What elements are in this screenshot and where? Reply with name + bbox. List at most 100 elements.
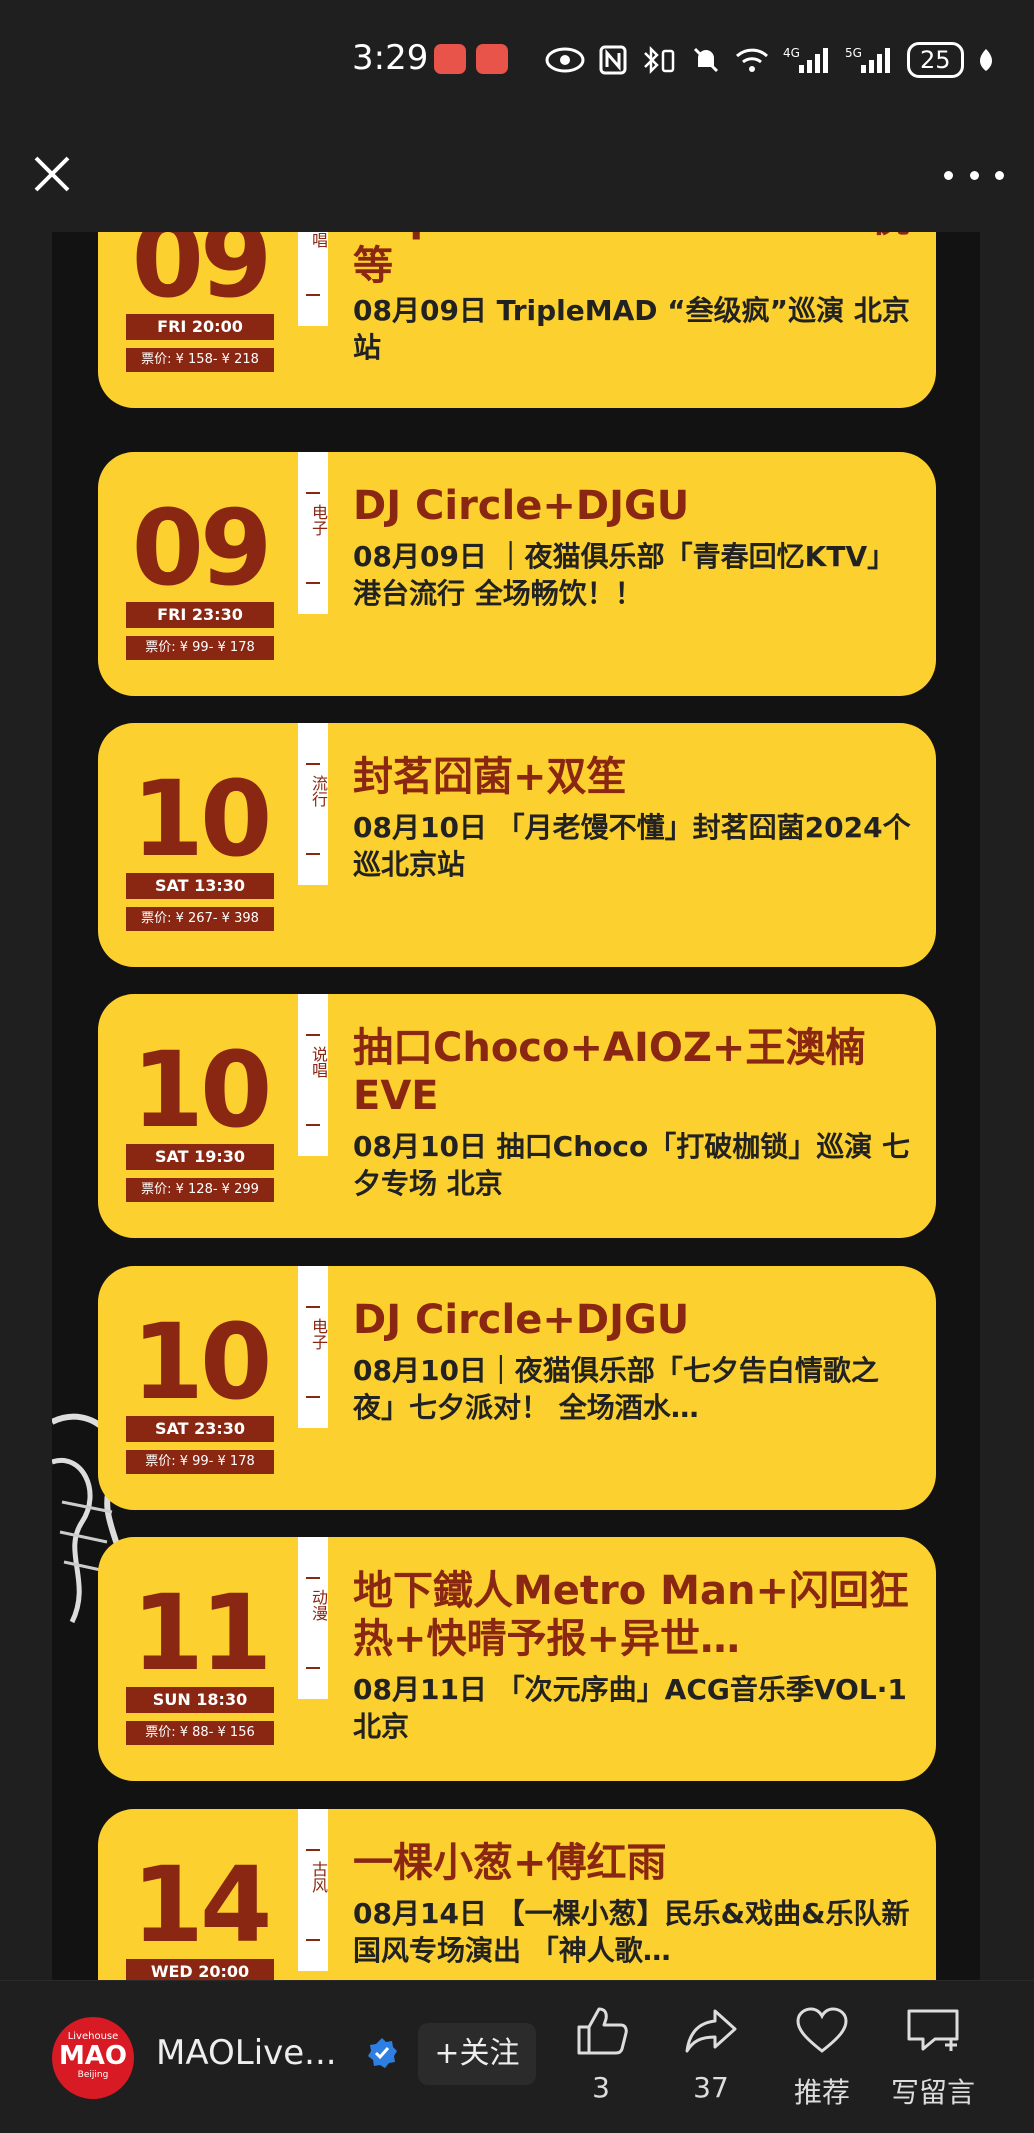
top-app-bar (0, 120, 1034, 233)
event-genre-tag: 电子 (298, 1266, 328, 1428)
event-day: 10 (131, 1301, 273, 1423)
comment-label: 写留言 (890, 2076, 975, 2109)
svg-text:4G: 4G (783, 46, 800, 60)
event-day: 09 (131, 487, 273, 609)
event-card[interactable]: 09 FRI 20:00 票价: ¥ 158- ¥ 218 说唱 TripleM… (98, 232, 936, 408)
event-card[interactable]: 11 SUN 18:30 票价: ¥ 88- ¥ 156 动漫 地下鐵人Metr… (98, 1537, 936, 1781)
event-date: 14 WED 20:00 (126, 1809, 274, 1980)
verified-badge-icon (368, 2038, 397, 2068)
genre-label: 动漫 (309, 1589, 328, 1621)
event-card[interactable]: 10 SAT 13:30 票价: ¥ 267- ¥ 398 流行 封茗囧菌+双笙… (98, 723, 936, 967)
status-bar: 3:29 4G 5G 25 (0, 0, 1034, 120)
genre-label: 电子 (309, 1318, 328, 1350)
event-date: 11 SUN 18:30 票价: ¥ 88- ¥ 156 (126, 1537, 274, 1781)
event-description: 08月11日 「次元序曲」ACG音乐季VOL·1 北京 (353, 1673, 907, 1743)
event-title: 一棵小葱+傅红雨 (353, 1840, 667, 1886)
event-description: 08月09日 ｜夜猫俱乐部「青春回忆KTV」港台流行 全场畅饮！！ (353, 540, 896, 610)
event-price: 票价: ¥ 128- ¥ 299 (126, 1178, 274, 1202)
share-button[interactable]: 37 (656, 2005, 766, 2104)
account-avatar[interactable]: Livehouse MAO Beijing (52, 2017, 134, 2099)
account-name[interactable]: MAOLive... (156, 2033, 337, 2073)
event-date: 09 FRI 23:30 票价: ¥ 99- ¥ 178 (126, 452, 274, 696)
comment-icon (907, 2009, 959, 2051)
follow-button[interactable]: +关注 (418, 2023, 536, 2085)
like-count: 3 (592, 2071, 610, 2104)
event-date: 10 SAT 19:30 票价: ¥ 128- ¥ 299 (126, 994, 274, 1238)
event-description: 08月10日 「月老馒不懂」封茗囧菌2024个巡北京站 (353, 811, 911, 881)
heart-icon (796, 2007, 848, 2053)
event-description: 08月10日 抽口Choco「打破枷锁」巡演 七夕专场 北京 (353, 1130, 910, 1200)
signal-4g-icon: 4G (783, 46, 828, 73)
genre-label: 流行 (309, 775, 328, 807)
event-title: 抽口Choco+AIOZ+王澳楠EVE (353, 1025, 866, 1119)
event-genre-tag: 流行 (298, 723, 328, 885)
event-time: FRI 20:00 (126, 314, 274, 340)
genre-label: 说唱 (309, 232, 328, 248)
wifi-icon (735, 48, 769, 72)
share-icon (685, 2009, 737, 2053)
event-title: TripleMAD+BeCareful+悦等 (353, 232, 910, 289)
event-genre-tag: 说唱 (298, 994, 328, 1156)
genre-label: 电子 (309, 504, 328, 536)
logo-main-text: MAO (58, 2041, 128, 2071)
event-title: 封茗囧菌+双笙 (353, 754, 627, 800)
event-time: SAT 23:30 (126, 1416, 274, 1442)
event-time: SUN 18:30 (126, 1687, 274, 1713)
thumbs-up-icon (577, 2007, 628, 2055)
genre-label: 说唱 (309, 1046, 328, 1078)
event-price: 票价: ¥ 158- ¥ 218 (126, 348, 274, 372)
battery-indicator: 25 (907, 42, 964, 78)
bottom-action-bar: Livehouse MAO Beijing MAOLive... +关注 3 3… (0, 1980, 1034, 2133)
event-day: 10 (131, 1029, 273, 1151)
genre-label: 古风 (309, 1861, 328, 1893)
event-day: 09 (131, 232, 273, 321)
event-title: DJ Circle+DJGU (353, 1297, 690, 1343)
share-count: 37 (693, 2071, 729, 2104)
bluetooth-battery-icon (644, 45, 675, 75)
like-button[interactable]: 3 (546, 2005, 656, 2104)
status-icons: 4G 5G 25 (545, 38, 994, 82)
event-date: 10 SAT 23:30 票价: ¥ 99- ¥ 178 (126, 1266, 274, 1510)
event-time: FRI 23:30 (126, 602, 274, 628)
comment-button[interactable]: 写留言 (878, 2005, 988, 2111)
event-card[interactable]: 10 SAT 19:30 票价: ¥ 128- ¥ 299 说唱 抽口Choco… (98, 994, 936, 1238)
recommend-label: 推荐 (793, 2076, 850, 2109)
event-time: WED 20:00 (126, 1959, 274, 1980)
leaf-icon (979, 49, 992, 71)
article-content[interactable]: 09 FRI 20:00 票价: ¥ 158- ¥ 218 说唱 TripleM… (0, 232, 1034, 1980)
event-genre-tag: 说唱 (298, 232, 328, 326)
event-title: 地下鐵人Metro Man+闪回狂热+快晴予报+异世… (353, 1568, 909, 1662)
close-icon[interactable] (28, 150, 76, 198)
event-genre-tag: 古风 (298, 1809, 328, 1971)
svg-text:5G: 5G (845, 46, 862, 60)
event-price: 票价: ¥ 99- ¥ 178 (126, 1450, 274, 1474)
event-genre-tag: 动漫 (298, 1537, 328, 1699)
event-genre-tag: 电子 (298, 452, 328, 614)
event-time: SAT 13:30 (126, 873, 274, 899)
logo-sub-text: Beijing (77, 2070, 109, 2080)
eye-icon (545, 47, 585, 73)
event-description: 08月09日 TripleMAD “叁级疯”巡演 北京站 (353, 294, 910, 364)
event-day: 14 (131, 1844, 273, 1966)
event-date: 10 SAT 13:30 票价: ¥ 267- ¥ 398 (126, 723, 274, 967)
event-day: 11 (131, 1572, 273, 1694)
status-time: 3:29 (352, 38, 429, 78)
event-price: 票价: ¥ 267- ¥ 398 (126, 907, 274, 931)
event-price: 票价: ¥ 99- ¥ 178 (126, 636, 274, 660)
event-time: SAT 19:30 (126, 1144, 274, 1170)
recommend-button[interactable]: 推荐 (767, 2005, 877, 2111)
event-description: 08月14日 【一棵小葱】民乐&戏曲&乐队新国风专场演出 「神人歌… (353, 1897, 910, 1967)
nfc-icon (599, 45, 627, 75)
event-card[interactable]: 09 FRI 23:30 票价: ¥ 99- ¥ 178 电子 DJ Circl… (98, 452, 936, 696)
huawei-notification-icon (476, 44, 508, 74)
mute-bell-icon (693, 47, 719, 73)
event-card[interactable]: 14 WED 20:00 古风 一棵小葱+傅红雨 08月14日 【一棵小葱】民乐… (98, 1809, 936, 1980)
event-price: 票价: ¥ 88- ¥ 156 (126, 1721, 274, 1745)
event-card[interactable]: 10 SAT 23:30 票价: ¥ 99- ¥ 178 电子 DJ Circl… (98, 1266, 936, 1510)
event-title: DJ Circle+DJGU (353, 483, 690, 529)
event-description: 08月10日｜夜猫俱乐部「七夕告白情歌之夜」七夕派对！ 全场酒水… (353, 1354, 879, 1424)
signal-5g-icon: 5G (845, 46, 890, 73)
app-notification-icon (434, 44, 466, 74)
event-date: 09 FRI 20:00 票价: ¥ 158- ¥ 218 (126, 232, 274, 408)
more-options-icon[interactable] (944, 160, 1004, 190)
